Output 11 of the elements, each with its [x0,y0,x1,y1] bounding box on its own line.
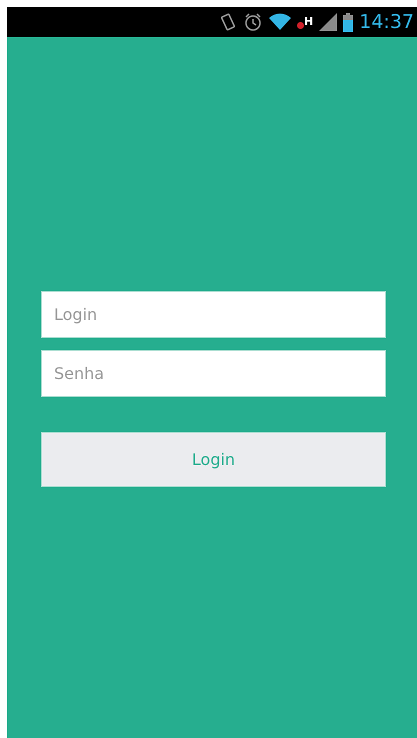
network-type: H [304,16,314,26]
input-field[interactable]: Login [41,291,386,338]
clock: 14:37 [359,12,414,32]
wifi-icon [269,13,292,31]
battery-icon [343,12,354,32]
signal-icon [319,13,338,31]
data-activity-icon [297,22,304,28]
login-button[interactable]: Login [41,432,386,487]
alarm-icon [243,12,264,32]
input-field[interactable]: Senha [41,350,386,397]
rotation-icon [219,12,238,32]
